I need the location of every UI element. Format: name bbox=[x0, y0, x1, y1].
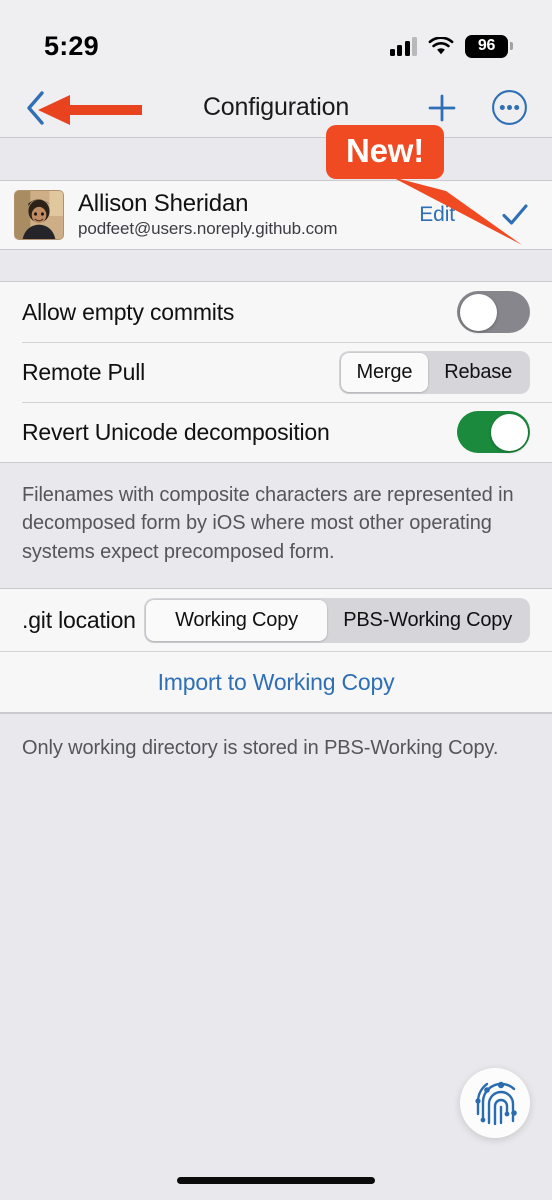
row-label: Revert Unicode decomposition bbox=[22, 418, 330, 445]
battery-icon: 96 bbox=[465, 34, 513, 58]
row-control bbox=[457, 411, 530, 453]
phone-screen: 5:29 96 Configuration Allison Sheridan p… bbox=[0, 0, 552, 1200]
cellular-bars-icon bbox=[389, 36, 417, 56]
spacer-account-settings bbox=[0, 250, 552, 281]
status-bar: 5:29 96 bbox=[0, 0, 552, 78]
account-info: Allison Sheridan podfeet@users.noreply.g… bbox=[78, 190, 338, 239]
row-label: Remote Pull bbox=[22, 358, 146, 385]
segment-rebase[interactable]: Rebase bbox=[428, 353, 528, 392]
row-label: Allow empty commits bbox=[22, 298, 235, 325]
spacer-top bbox=[0, 138, 552, 180]
toggle-knob bbox=[490, 413, 528, 451]
navigation-bar: Configuration bbox=[0, 78, 552, 138]
git-location-segmented-control: Working Copy PBS-Working Copy bbox=[143, 597, 530, 643]
avatar-photo bbox=[15, 191, 63, 239]
edit-button[interactable]: Edit bbox=[419, 203, 455, 227]
fingerprint-icon bbox=[475, 1081, 517, 1126]
segment-merge[interactable]: Merge bbox=[340, 352, 429, 392]
nav-actions bbox=[426, 89, 528, 126]
row-revert-unicode-decomposition[interactable]: Revert Unicode decomposition bbox=[0, 402, 552, 462]
account-row[interactable]: Allison Sheridan podfeet@users.noreply.g… bbox=[0, 180, 552, 250]
import-button[interactable]: Import to Working Copy bbox=[158, 669, 395, 696]
git-location-label: .git location bbox=[22, 606, 136, 633]
wifi-icon bbox=[428, 36, 454, 54]
row-control bbox=[457, 291, 530, 333]
plus-icon[interactable] bbox=[426, 92, 458, 124]
git-location-group: .git location Working Copy PBS-Working C… bbox=[0, 588, 552, 715]
settings-footer-note: Filenames with composite characters are … bbox=[0, 463, 552, 589]
status-time: 5:29 bbox=[44, 30, 99, 61]
toggle-knob bbox=[459, 293, 497, 331]
settings-group: Allow empty commits Remote Pull Merge Re… bbox=[0, 281, 552, 463]
more-circle-icon[interactable] bbox=[491, 89, 528, 126]
battery-level: 96 bbox=[477, 37, 496, 54]
home-indicator bbox=[177, 1177, 375, 1184]
checkmark-icon[interactable] bbox=[500, 200, 530, 230]
git-location-footer-note: Only working directory is stored in PBS-… bbox=[0, 714, 552, 777]
row-allow-empty-commits[interactable]: Allow empty commits bbox=[0, 282, 552, 342]
account-email: podfeet@users.noreply.github.com bbox=[78, 219, 338, 239]
account-actions: Edit bbox=[419, 200, 530, 230]
settings-content: Allison Sheridan podfeet@users.noreply.g… bbox=[0, 138, 552, 1200]
row-import-to-working-copy[interactable]: Import to Working Copy bbox=[0, 651, 552, 714]
segment-pbs-working-copy[interactable]: PBS-Working Copy bbox=[327, 600, 528, 641]
row-git-location[interactable]: .git location Working Copy PBS-Working C… bbox=[0, 589, 552, 652]
back-button[interactable] bbox=[24, 88, 58, 128]
chevron-left-icon bbox=[27, 90, 44, 125]
status-indicators: 96 bbox=[389, 34, 513, 58]
user-avatar bbox=[14, 190, 64, 240]
account-name: Allison Sheridan bbox=[78, 190, 249, 218]
allow-empty-commits-toggle[interactable] bbox=[457, 291, 530, 333]
row-remote-pull[interactable]: Remote Pull Merge Rebase bbox=[0, 342, 552, 402]
revert-unicode-toggle[interactable] bbox=[457, 411, 530, 453]
row-control: Merge Rebase bbox=[338, 350, 530, 394]
segment-working-copy[interactable]: Working Copy bbox=[145, 599, 328, 641]
fingerprint-button[interactable] bbox=[460, 1068, 530, 1138]
remote-pull-segmented-control: Merge Rebase bbox=[338, 350, 530, 394]
